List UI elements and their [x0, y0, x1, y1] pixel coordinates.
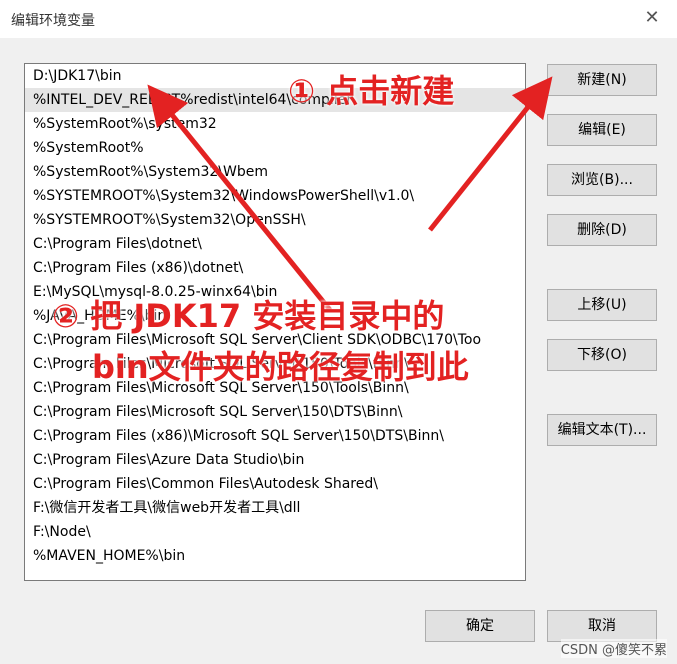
move-up-button[interactable]: 上移(U) — [547, 289, 657, 321]
list-item[interactable]: C:\Program Files\Common Files\Autodesk S… — [25, 472, 525, 496]
edit-button[interactable]: 编辑(E) — [547, 114, 657, 146]
close-icon[interactable]: ✕ — [641, 7, 663, 29]
list-item[interactable]: %SystemRoot%\system32 — [25, 112, 525, 136]
window-title: 编辑环境变量 — [11, 13, 95, 29]
list-item[interactable]: F:\微信开发者工具\微信web开发者工具\dll — [25, 496, 525, 520]
list-item[interactable]: C:\Program Files\Microsoft SQL Server\15… — [25, 400, 525, 424]
list-item[interactable]: F:\Node\ — [25, 520, 525, 544]
watermark: CSDN @傻笑不累 — [560, 639, 667, 658]
annotation-step2-line1: ② 把 JDK17 安装目录中的 — [52, 297, 445, 335]
list-item[interactable]: %SystemRoot% — [25, 136, 525, 160]
annotation-step1: ① 点击新建 — [288, 72, 455, 110]
list-item[interactable]: %SYSTEMROOT%\System32\OpenSSH\ — [25, 208, 525, 232]
title-bar: 编辑环境变量 ✕ — [0, 0, 677, 38]
delete-button[interactable]: 删除(D) — [547, 214, 657, 246]
new-button[interactable]: 新建(N) — [547, 64, 657, 96]
list-item[interactable]: C:\Program Files (x86)\Microsoft SQL Ser… — [25, 424, 525, 448]
list-item[interactable]: C:\Program Files (x86)\dotnet\ — [25, 256, 525, 280]
move-down-button[interactable]: 下移(O) — [547, 339, 657, 371]
browse-button[interactable]: 浏览(B)... — [547, 164, 657, 196]
annotation-step2-line2: bin文件夹的路径复制到此 — [92, 348, 469, 386]
list-item[interactable]: C:\Program Files\dotnet\ — [25, 232, 525, 256]
list-item[interactable]: %MAVEN_HOME%\bin — [25, 544, 525, 568]
list-item[interactable]: %SystemRoot%\System32\Wbem — [25, 160, 525, 184]
list-item[interactable]: C:\Program Files\Azure Data Studio\bin — [25, 448, 525, 472]
cancel-button[interactable]: 取消 — [547, 610, 657, 642]
list-item[interactable]: %SYSTEMROOT%\System32\WindowsPowerShell\… — [25, 184, 525, 208]
ok-button[interactable]: 确定 — [425, 610, 535, 642]
edit-text-button[interactable]: 编辑文本(T)... — [547, 414, 657, 446]
